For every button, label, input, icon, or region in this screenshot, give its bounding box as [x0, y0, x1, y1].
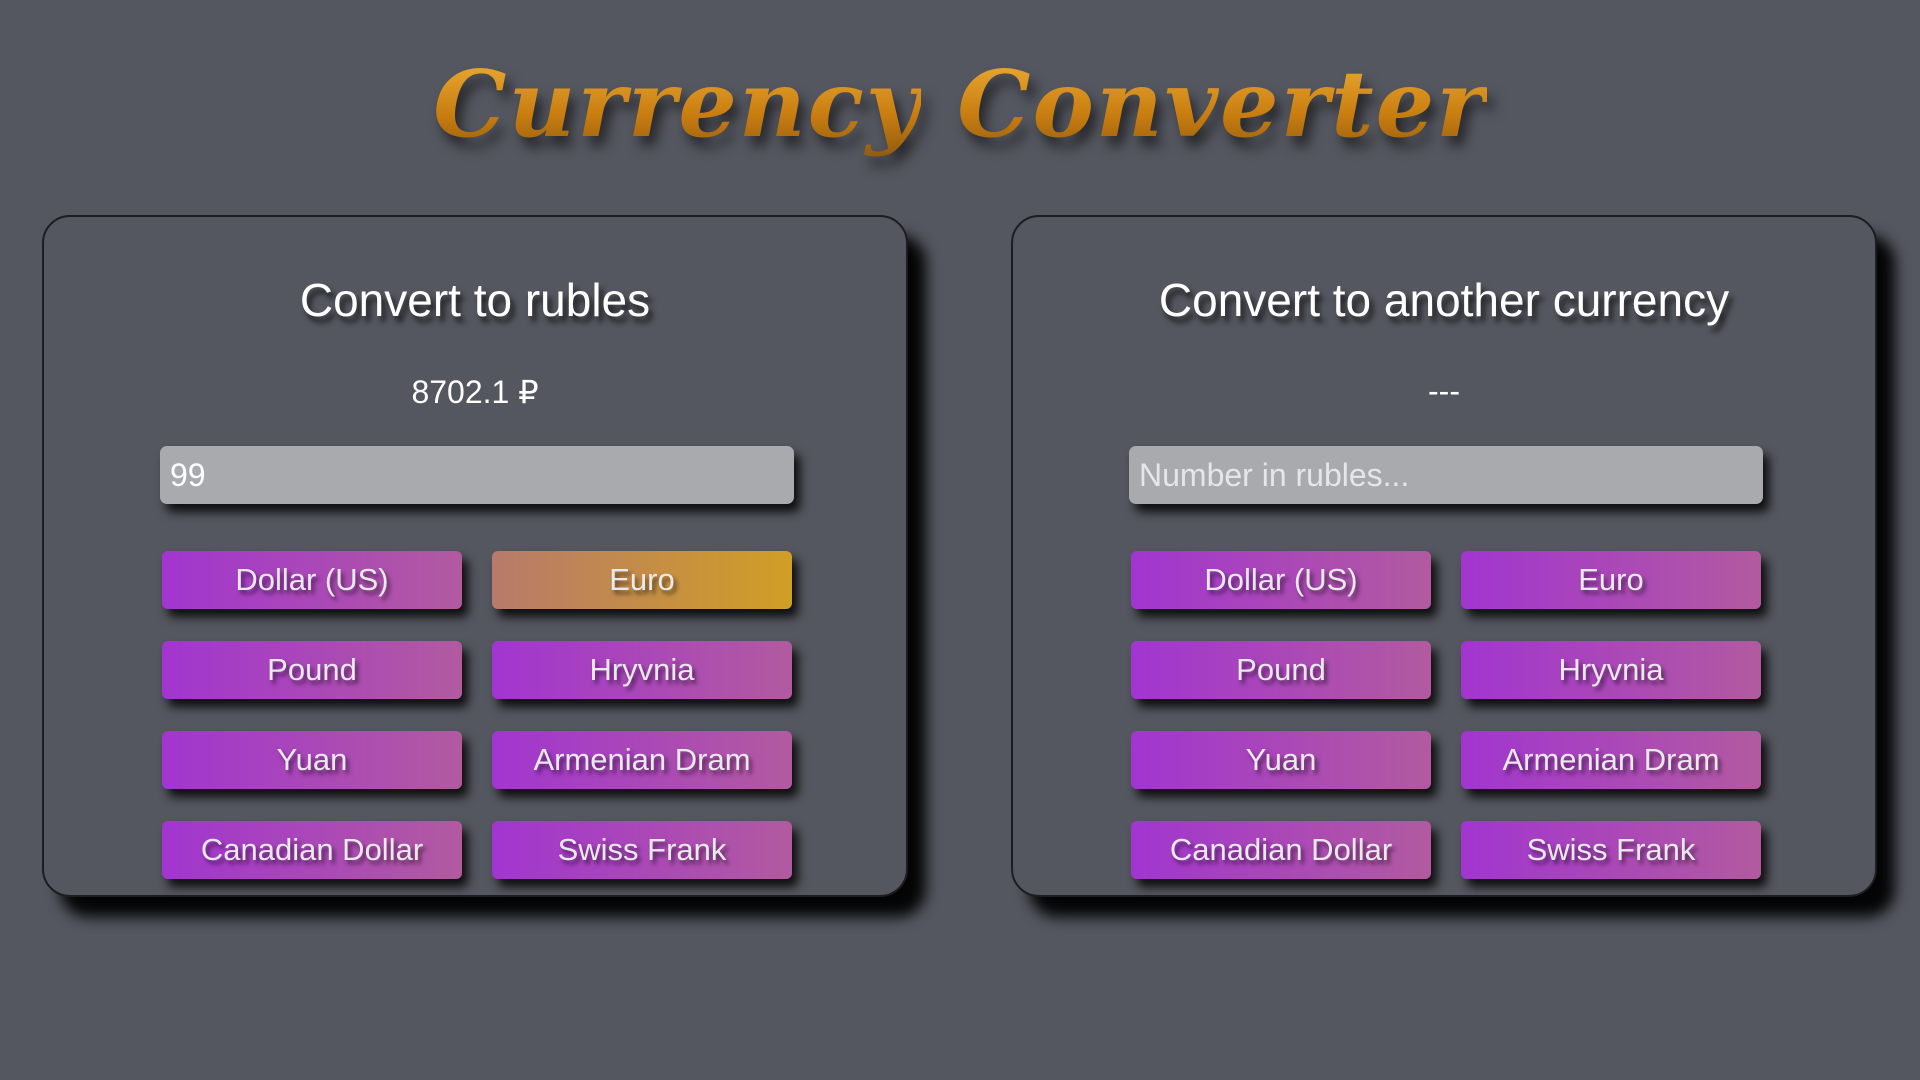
currency-button-dollar-us[interactable]: Dollar (US): [162, 551, 462, 609]
currency-button-grid: Dollar (US) Euro Pound Hryvnia Yuan Arme…: [162, 551, 794, 879]
currency-button-canadian-dollar[interactable]: Canadian Dollar: [162, 821, 462, 879]
currency-button-canadian-dollar[interactable]: Canadian Dollar: [1131, 821, 1431, 879]
currency-converter-app: Currency Converter Convert to rubles 8702…: [0, 0, 1920, 1080]
convert-to-other-currency-panel: Convert to another currency --- Dollar (…: [1011, 215, 1877, 897]
app-title: Currency Converter: [0, 50, 1920, 158]
currency-button-swiss-frank[interactable]: Swiss Frank: [1461, 821, 1761, 879]
currency-button-hryvnia[interactable]: Hryvnia: [492, 641, 792, 699]
currency-button-armenian-dram[interactable]: Armenian Dram: [1461, 731, 1761, 789]
panel-heading: Convert to rubles: [299, 274, 651, 326]
currency-button-pound[interactable]: Pound: [1131, 641, 1431, 699]
currency-button-hryvnia[interactable]: Hryvnia: [1461, 641, 1761, 699]
currency-button-yuan[interactable]: Yuan: [1131, 731, 1431, 789]
app-title-word-2: Converter: [957, 50, 1487, 158]
rubles-amount-input[interactable]: [1129, 446, 1763, 504]
conversion-result: 8702.1 ₽: [411, 374, 539, 410]
currency-button-swiss-frank[interactable]: Swiss Frank: [492, 821, 792, 879]
currency-button-euro[interactable]: Euro: [492, 551, 792, 609]
convert-to-rubles-panel: Convert to rubles 8702.1 ₽ Dollar (US) E…: [42, 215, 908, 897]
amount-input[interactable]: [160, 446, 794, 504]
currency-button-euro[interactable]: Euro: [1461, 551, 1761, 609]
currency-button-yuan[interactable]: Yuan: [162, 731, 462, 789]
conversion-result: ---: [1428, 373, 1460, 409]
panel-heading: Convert to another currency: [1158, 274, 1730, 326]
app-title-word-1: Currency: [433, 50, 922, 158]
currency-button-grid: Dollar (US) Euro Pound Hryvnia Yuan Arme…: [1131, 551, 1763, 879]
currency-button-armenian-dram[interactable]: Armenian Dram: [492, 731, 792, 789]
currency-button-dollar-us[interactable]: Dollar (US): [1131, 551, 1431, 609]
currency-button-pound[interactable]: Pound: [162, 641, 462, 699]
